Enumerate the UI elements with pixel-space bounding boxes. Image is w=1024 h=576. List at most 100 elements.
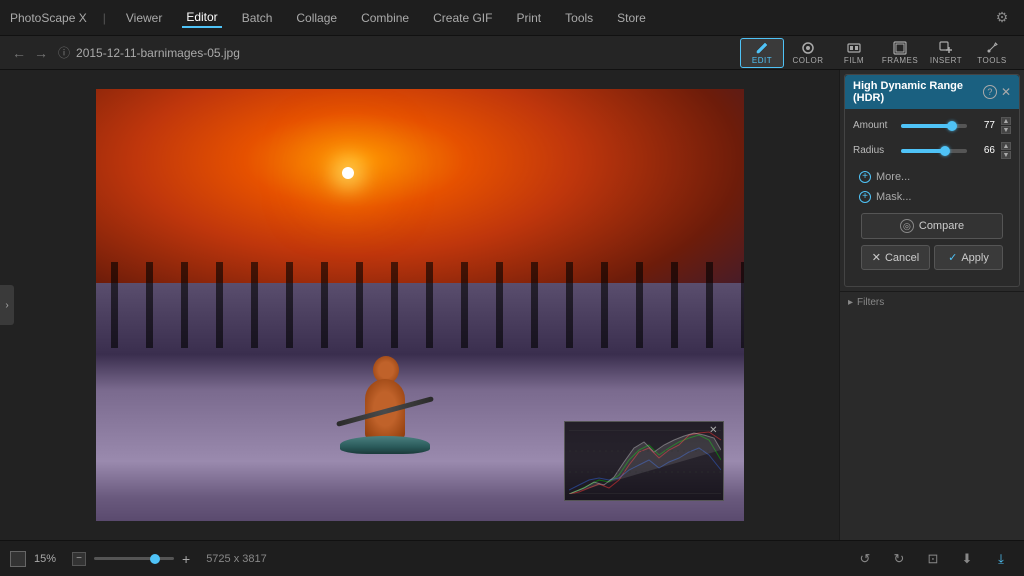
nav-divider: | (103, 11, 106, 25)
radius-value: 66 (973, 145, 995, 156)
more-button[interactable]: + More... (853, 167, 1011, 187)
nav-print[interactable]: Print (512, 9, 545, 27)
amount-increment[interactable]: ▲ (1001, 117, 1011, 125)
tool-edit-button[interactable]: EDIT (740, 38, 784, 68)
back-button[interactable]: ← (10, 43, 28, 63)
amount-decrement[interactable]: ▼ (1001, 126, 1011, 134)
amount-slider-thumb[interactable] (947, 121, 957, 131)
more-plus-icon: + (859, 171, 871, 183)
app-title: PhotoScape X (10, 11, 87, 25)
mask-plus-icon: + (859, 191, 871, 203)
boats-layer (96, 262, 744, 348)
top-navigation: PhotoScape X | Viewer Editor Batch Colla… (0, 0, 1024, 36)
nav-combine[interactable]: Combine (357, 9, 413, 27)
action-row: ✕ Cancel ✓ Apply (861, 245, 1003, 270)
histogram-canvas (565, 422, 723, 500)
nav-batch[interactable]: Batch (238, 9, 277, 27)
amount-slider-fill (901, 124, 952, 128)
toolbar: ← → ⓘ 2015-12-11-barnimages-05.jpg EDIT … (0, 36, 1024, 70)
tools-label: TOOLS (977, 56, 1006, 65)
compare-label: Compare (919, 220, 964, 232)
tools-icon (985, 41, 999, 55)
save-button[interactable]: ⤓ (988, 546, 1014, 572)
chevron-right-icon: ▸ (848, 297, 853, 308)
radius-increment[interactable]: ▲ (1001, 142, 1011, 150)
radius-spinner: ▲ ▼ (1001, 142, 1011, 159)
rotate-left-button[interactable]: ↺ (852, 546, 878, 572)
compare-button[interactable]: ◎ Compare (861, 213, 1003, 239)
kayak-boat (340, 436, 430, 454)
nav-viewer[interactable]: Viewer (122, 9, 166, 27)
hdr-header: High Dynamic Range (HDR) ? ✕ (845, 75, 1019, 109)
insert-icon (939, 41, 953, 55)
hdr-title: High Dynamic Range (HDR) (853, 80, 979, 104)
zoom-in-button[interactable]: + (182, 551, 190, 567)
nav-arrows: ← → (10, 43, 50, 63)
forward-button[interactable]: → (32, 43, 50, 63)
right-panel: High Dynamic Range (HDR) ? ✕ Amount 77 ▲… (839, 70, 1024, 540)
edit-icon (755, 41, 769, 55)
settings-button[interactable]: ⚙ (990, 6, 1014, 30)
fit-button[interactable]: ⊡ (920, 546, 946, 572)
main-content: › ✕ (0, 70, 1024, 540)
hdr-close-button[interactable]: ✕ (1001, 86, 1011, 98)
more-label: More... (876, 171, 910, 183)
color-label: COLOR (793, 56, 824, 65)
histogram-close-button[interactable]: ✕ (709, 425, 717, 436)
bottom-bar: 15% − + 5725 x 3817 ↺ ↻ ⊡ ⬇ ⤓ (0, 540, 1024, 576)
file-path: 2015-12-11-barnimages-05.jpg (76, 46, 240, 60)
edit-label: EDIT (752, 56, 772, 65)
tool-tools-button[interactable]: TOOLS (970, 38, 1014, 68)
left-panel-toggle[interactable]: › (0, 285, 14, 325)
tool-film-button[interactable]: FILM (832, 38, 876, 68)
film-icon (847, 41, 861, 55)
radius-slider-thumb[interactable] (940, 146, 950, 156)
zoom-out-button[interactable]: − (72, 552, 86, 566)
kayaker-figure (335, 349, 435, 469)
nav-editor[interactable]: Editor (182, 8, 221, 28)
radius-slider-fill (901, 149, 945, 153)
amount-spinner: ▲ ▼ (1001, 117, 1011, 134)
compare-icon: ◎ (900, 219, 914, 233)
nav-collage[interactable]: Collage (292, 9, 341, 27)
amount-label: Amount (853, 120, 895, 131)
cancel-x-icon: ✕ (872, 251, 881, 264)
frames-icon (893, 41, 907, 55)
nav-store[interactable]: Store (613, 9, 650, 27)
tool-insert-button[interactable]: INSERT (924, 38, 968, 68)
apply-label: Apply (961, 252, 989, 264)
section-label: Filters (857, 297, 884, 308)
nav-creategif[interactable]: Create GIF (429, 9, 496, 27)
tool-color-button[interactable]: COLOR (786, 38, 830, 68)
info-icon[interactable]: ⓘ (58, 44, 70, 61)
radius-decrement[interactable]: ▼ (1001, 151, 1011, 159)
film-label: FILM (844, 56, 864, 65)
hdr-help-button[interactable]: ? (983, 85, 997, 99)
cancel-button[interactable]: ✕ Cancel (861, 245, 930, 270)
mask-button[interactable]: + Mask... (853, 187, 1011, 207)
canvas-area[interactable]: ✕ (0, 70, 839, 540)
panel-section-header[interactable]: ▸ Filters (840, 291, 1024, 313)
histogram-svg (569, 430, 721, 494)
amount-slider[interactable] (901, 124, 967, 128)
preview-checkbox[interactable] (10, 551, 26, 567)
rotate-right-button[interactable]: ↻ (886, 546, 912, 572)
image-size: 5725 x 3817 (206, 553, 267, 565)
tool-frames-button[interactable]: FRAMES (878, 38, 922, 68)
download-button[interactable]: ⬇ (954, 546, 980, 572)
insert-label: INSERT (930, 56, 962, 65)
amount-value: 77 (973, 120, 995, 131)
apply-button[interactable]: ✓ Apply (934, 245, 1003, 270)
mask-label: Mask... (876, 191, 911, 203)
zoom-percentage: 15% (34, 553, 64, 565)
nav-tools[interactable]: Tools (561, 9, 597, 27)
amount-slider-row: Amount 77 ▲ ▼ (853, 117, 1011, 134)
radius-slider[interactable] (901, 149, 967, 153)
cancel-label: Cancel (885, 252, 919, 264)
zoom-slider-thumb[interactable] (150, 554, 160, 564)
tool-icons-group: EDIT COLOR FILM FRAMES (740, 38, 1014, 68)
zoom-slider[interactable] (94, 557, 174, 560)
frames-label: FRAMES (882, 56, 918, 65)
histogram-overlay: ✕ (564, 421, 724, 501)
hdr-body: Amount 77 ▲ ▼ Radius (845, 109, 1019, 286)
